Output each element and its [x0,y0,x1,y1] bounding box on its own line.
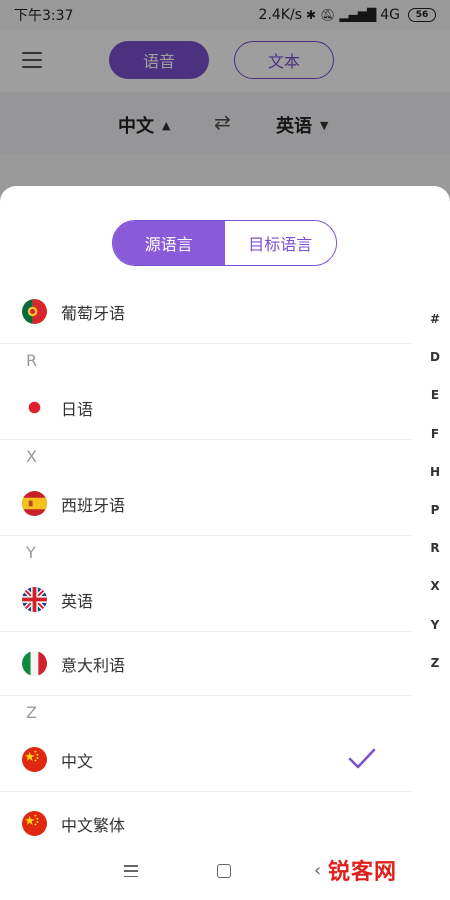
alphabet-index[interactable]: # D E F H P R X Y Z [420,300,450,682]
system-navigation-bar: ‹ 锐客网 [0,846,450,900]
home-icon[interactable] [217,864,231,878]
checkmark-icon [348,748,376,769]
list-item[interactable]: 葡萄牙语 [0,280,412,344]
language-list: 葡萄牙语 R 日语 X 西班牙语 Y 英语 意大利语 Z 中文 中文繁体 [0,280,412,856]
index-letter[interactable]: R [420,529,450,567]
list-item[interactable]: 中文 [0,728,412,792]
japan-flag-icon [22,395,47,420]
index-letter[interactable]: E [420,376,450,414]
index-letter[interactable]: F [420,415,450,453]
index-letter[interactable]: P [420,491,450,529]
language-name: 中文繁体 [61,815,126,835]
china-flag-icon [22,747,47,772]
index-letter[interactable]: H [420,453,450,491]
back-icon[interactable]: ‹ [314,860,321,881]
spain-flag-icon [22,491,47,516]
italy-flag-icon [22,651,47,676]
language-name: 意大利语 [61,655,126,675]
section-header: Z [26,702,37,722]
language-name: 葡萄牙语 [61,303,126,323]
index-letter[interactable]: D [420,338,450,376]
index-letter[interactable]: Y [420,606,450,644]
list-item[interactable]: 西班牙语 [0,472,412,536]
source-language-segment[interactable]: 源语言 [113,221,225,265]
language-picker-sheet: 源语言 目标语言 葡萄牙语 R 日语 X 西班牙语 Y 英语 意大利语 Z 中文… [0,186,450,900]
language-name: 西班牙语 [61,495,126,515]
portugal-flag-icon [22,299,47,324]
uk-flag-icon [22,587,47,612]
language-type-toggle: 源语言 目标语言 [112,220,337,266]
list-item[interactable]: 英语 [0,568,412,632]
index-letter[interactable]: Z [420,644,450,682]
language-name: 英语 [61,591,94,611]
china-flag-icon [22,811,47,836]
recent-apps-icon[interactable] [124,865,138,877]
index-letter[interactable]: # [420,300,450,338]
section-header: R [26,350,38,370]
watermark-logo: 锐客网 [328,860,398,885]
section-header: X [26,446,37,466]
target-language-segment[interactable]: 目标语言 [224,221,336,265]
language-name: 日语 [61,399,94,419]
section-header: Y [26,542,36,562]
index-letter[interactable]: X [420,567,450,605]
language-name: 中文 [61,751,94,771]
list-item[interactable]: 意大利语 [0,632,412,696]
list-item[interactable]: 日语 [0,376,412,440]
